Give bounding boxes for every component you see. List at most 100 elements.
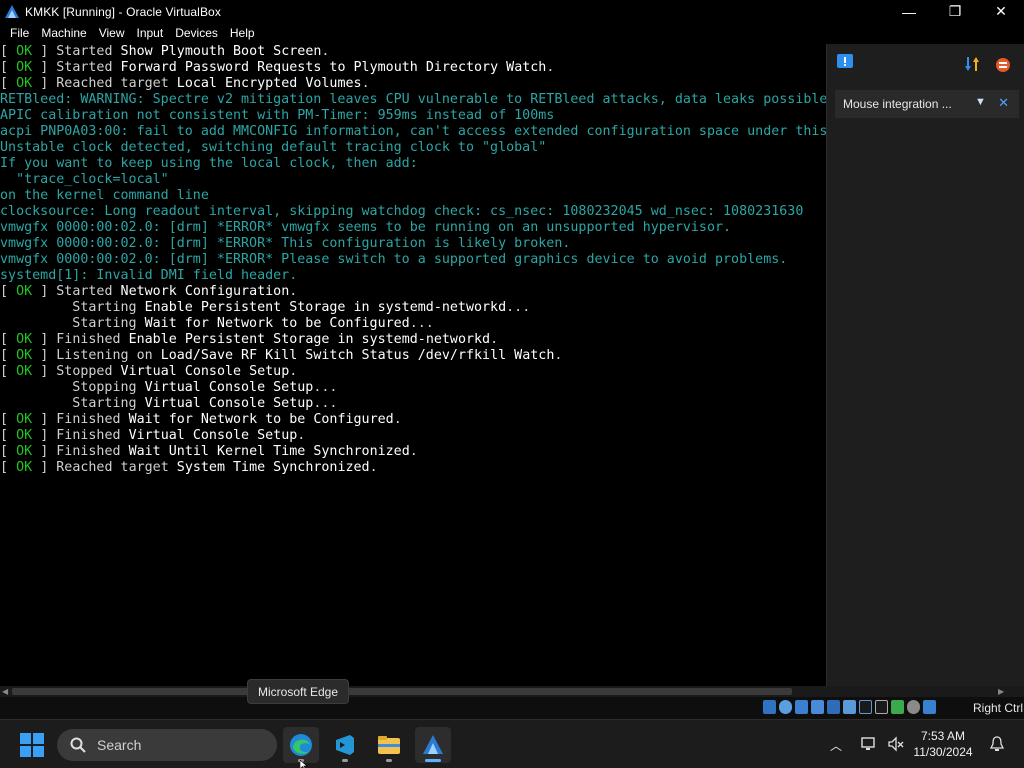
notification-close-icon[interactable]: ✕ bbox=[998, 95, 1009, 111]
keyboard-status-icon[interactable] bbox=[923, 700, 936, 714]
console-line: systemd[1]: Invalid DMI field header. bbox=[0, 268, 826, 284]
taskbar-search[interactable]: Search bbox=[57, 729, 277, 761]
usb-status-icon[interactable] bbox=[827, 700, 840, 714]
hard-disk-status-icon[interactable] bbox=[763, 700, 776, 714]
notification-bell-icon[interactable] bbox=[988, 735, 1006, 753]
console-line: vmwgfx 0000:00:02.0: [drm] *ERROR* Pleas… bbox=[0, 252, 826, 268]
status-bracket: [ bbox=[0, 412, 9, 427]
close-button[interactable]: ✕ bbox=[978, 0, 1024, 23]
clock-time: 7:53 AM bbox=[920, 729, 966, 743]
status-bracket: ] bbox=[40, 76, 57, 91]
menu-bar: File Machine View Input Devices Help bbox=[0, 23, 1024, 44]
console-line: Starting Wait for Network to be Configur… bbox=[0, 316, 826, 332]
network-status-icon[interactable] bbox=[811, 700, 824, 714]
mouse-integration-status-icon[interactable] bbox=[907, 700, 920, 714]
taskbar-virtualbox[interactable] bbox=[415, 727, 451, 763]
console-unit: Virtual Console Setup bbox=[144, 396, 314, 411]
sort-icon[interactable] bbox=[963, 54, 983, 74]
console-line: Starting Enable Persistent Storage in sy… bbox=[0, 300, 826, 316]
network-tray-icon[interactable] bbox=[860, 735, 878, 753]
volume-muted-tray-icon[interactable] bbox=[887, 735, 905, 753]
console-verb: Finished bbox=[56, 332, 129, 347]
console-message: "trace_clock=local" bbox=[0, 172, 169, 187]
clear-notifications-icon[interactable] bbox=[993, 54, 1013, 74]
show-hidden-icons-chevron-icon[interactable]: ︿ bbox=[830, 737, 842, 754]
console-line: [ OK ] Finished Wait for Network to be C… bbox=[0, 412, 826, 428]
menu-help[interactable]: Help bbox=[224, 23, 261, 44]
recording-status-icon[interactable] bbox=[875, 700, 888, 714]
menu-devices[interactable]: Devices bbox=[169, 23, 224, 44]
status-ok: OK bbox=[8, 332, 41, 347]
console-line: [ OK ] Listening on Load/Save RF Kill Sw… bbox=[0, 348, 826, 364]
virtualbox-icon bbox=[423, 735, 443, 754]
console-line: If you want to keep using the local cloc… bbox=[0, 156, 826, 172]
status-bracket: ] bbox=[40, 60, 57, 75]
console-tail: ... bbox=[313, 396, 338, 411]
search-icon bbox=[70, 737, 86, 753]
taskbar-vscode[interactable] bbox=[327, 727, 363, 763]
console-message: on the kernel command line bbox=[0, 188, 209, 203]
console-tail: . bbox=[393, 412, 402, 427]
console-line: acpi PNP0A03:00: fail to add MMCONFIG in… bbox=[0, 124, 826, 140]
status-ok: OK bbox=[8, 412, 41, 427]
console-verb: Finished bbox=[56, 412, 129, 427]
scroll-left-icon[interactable]: ◀ bbox=[2, 687, 8, 696]
taskbar-clock[interactable]: 7:53 AM 11/30/2024 bbox=[912, 728, 974, 760]
cpu-status-icon[interactable] bbox=[891, 700, 904, 714]
console-verb: Reached target bbox=[56, 76, 177, 91]
pin-icon[interactable]: ▼ bbox=[975, 96, 987, 110]
console-tail: . bbox=[409, 444, 418, 459]
status-bracket: ] bbox=[40, 412, 57, 427]
taskbar-tooltip: Microsoft Edge bbox=[247, 679, 350, 704]
windows-taskbar: Search ︿ 7:53 AM 11/30/2024 bbox=[0, 719, 1024, 768]
start-button[interactable] bbox=[20, 733, 44, 757]
status-bracket: ] bbox=[40, 44, 57, 59]
scroll-right-icon[interactable]: ▶ bbox=[998, 687, 1004, 696]
shared-folders-status-icon[interactable] bbox=[843, 700, 856, 714]
optical-drive-status-icon[interactable] bbox=[779, 700, 792, 714]
console-unit: Wait for Network to be Configured bbox=[144, 316, 410, 331]
console-unit: Virtual Console Setup bbox=[128, 428, 298, 443]
console-unit: Virtual Console Setup bbox=[144, 380, 314, 395]
console-verb: Starting bbox=[0, 300, 145, 315]
console-verb: Started bbox=[56, 44, 121, 59]
minimize-button[interactable]: — bbox=[886, 0, 932, 23]
horizontal-scrollbar[interactable]: ◀ ▶ bbox=[0, 686, 1024, 697]
console-line: Starting Virtual Console Setup... bbox=[0, 396, 826, 412]
audio-status-icon[interactable] bbox=[795, 700, 808, 714]
menu-input[interactable]: Input bbox=[131, 23, 170, 44]
message-center-icon[interactable] bbox=[835, 52, 855, 72]
vm-console-screen[interactable]: [ OK ] Started Show Plymouth Boot Screen… bbox=[0, 44, 826, 686]
notification-text: Mouse integration ... bbox=[843, 97, 952, 111]
taskbar-edge[interactable] bbox=[283, 727, 319, 763]
status-ok: OK bbox=[8, 60, 41, 75]
window-titlebar: KMKK [Running] - Oracle VirtualBox — ❐ ✕ bbox=[0, 0, 1024, 23]
status-ok: OK bbox=[8, 444, 41, 459]
console-message: vmwgfx 0000:00:02.0: [drm] *ERROR* This … bbox=[0, 236, 571, 251]
menu-file[interactable]: File bbox=[4, 23, 35, 44]
console-message: APIC calibration not consistent with PM-… bbox=[0, 108, 555, 123]
console-line: [ OK ] Finished Enable Persistent Storag… bbox=[0, 332, 826, 348]
scrollbar-thumb[interactable] bbox=[12, 688, 792, 695]
maximize-button[interactable]: ❐ bbox=[932, 0, 978, 23]
status-ok: OK bbox=[8, 364, 41, 379]
console-line: vmwgfx 0000:00:02.0: [drm] *ERROR* This … bbox=[0, 236, 826, 252]
console-tail: . bbox=[321, 44, 330, 59]
taskbar-file-explorer[interactable] bbox=[371, 727, 407, 763]
menu-view[interactable]: View bbox=[93, 23, 131, 44]
console-tail: ... bbox=[313, 380, 338, 395]
status-bracket: ] bbox=[40, 348, 57, 363]
console-verb: Finished bbox=[56, 428, 129, 443]
status-bracket: ] bbox=[40, 444, 57, 459]
status-bracket: ] bbox=[40, 332, 57, 347]
console-unit: Local Encrypted Volumes bbox=[176, 76, 362, 91]
console-verb: Started bbox=[56, 60, 121, 75]
display-status-icon[interactable] bbox=[859, 700, 872, 714]
console-verb: Listening on bbox=[56, 348, 161, 363]
console-tail: ... bbox=[409, 316, 434, 331]
vm-status-bar: Right Ctrl bbox=[0, 697, 1024, 719]
mouse-integration-notification[interactable]: Mouse integration ... ▼ ✕ bbox=[835, 90, 1019, 118]
console-line: Unstable clock detected, switching defau… bbox=[0, 140, 826, 156]
status-bracket: [ bbox=[0, 332, 9, 347]
menu-machine[interactable]: Machine bbox=[35, 23, 92, 44]
